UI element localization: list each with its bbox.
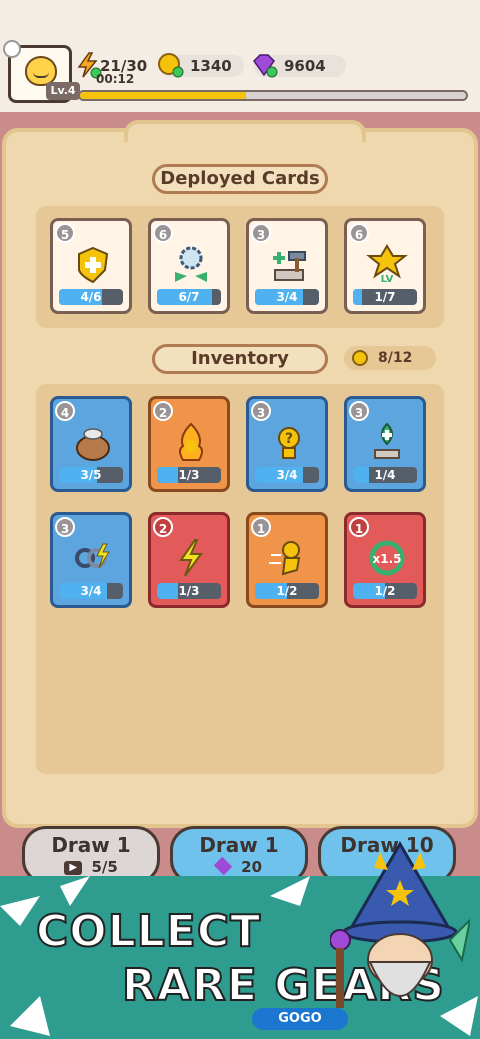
gogo-watermark: GOGO — [252, 1008, 348, 1030]
dash-hero-icon — [265, 535, 313, 581]
video-icon: ▶ — [64, 860, 83, 875]
inventory-card[interactable]: 1 1/2 — [246, 512, 328, 608]
inventory-count-value: 8/12 — [378, 350, 413, 366]
card-level-badge: 3 — [349, 401, 369, 421]
promo-line-1: COLLECT — [35, 905, 262, 958]
card-level-badge: 4 — [55, 401, 75, 421]
inventory-card[interactable]: 2 1/3 — [148, 396, 230, 492]
card-progress-text: 6/7 — [178, 290, 200, 304]
card-progress-bar: 3/4 — [59, 583, 123, 599]
draw-button-cost: 20 — [173, 856, 305, 876]
card-progress-text: 3/4 — [276, 468, 298, 482]
card-progress-bar: 3/4 — [255, 467, 319, 483]
player-level: Lv.4 — [46, 82, 80, 100]
inventory-card[interactable]: 3? 3/4 — [246, 396, 328, 492]
card-progress-bar: 4/6 — [59, 289, 123, 305]
inventory-card[interactable]: 3 1/4 — [344, 396, 426, 492]
mystery-hero-icon: ? — [265, 419, 313, 465]
fire-hero-icon — [167, 419, 215, 465]
card-level-badge: 2 — [153, 401, 173, 421]
gear-slot-icon — [352, 350, 368, 366]
draw-button-label: Draw 1 — [199, 833, 279, 857]
card-progress-text: 1/2 — [276, 584, 298, 598]
card-progress-bar: 6/7 — [157, 289, 221, 305]
card-level-badge: 3 — [251, 223, 271, 243]
deployed-card[interactable]: 6 6/7 — [148, 218, 230, 314]
card-progress-bar: 1/2 — [353, 583, 417, 599]
chain-lightning-icon — [69, 535, 117, 581]
lightning-bolt-icon — [167, 535, 215, 581]
gem-icon — [213, 856, 233, 876]
card-level-badge: 3 — [55, 517, 75, 537]
card-progress-bar: 1/7 — [353, 289, 417, 305]
coin-counter[interactable]: 1340 — [158, 53, 244, 78]
speed-x1-5-icon: x1.5 — [363, 535, 411, 581]
purple-gem-icon — [253, 54, 278, 78]
draw-button-cost: ▶ 5/5 — [25, 858, 157, 876]
xp-progress-bar — [78, 90, 468, 101]
card-level-badge: 6 — [153, 223, 173, 243]
card-progress-bar: 3/4 — [255, 289, 319, 305]
draw-video-cost: 5/5 — [91, 858, 118, 876]
shield-plus-icon — [69, 241, 117, 287]
card-progress-text: 1/3 — [178, 468, 200, 482]
gold-coin-icon — [158, 53, 184, 78]
inventory-card[interactable]: 2 1/3 — [148, 512, 230, 608]
card-level-badge: 1 — [251, 517, 271, 537]
settings-gear-icon[interactable] — [3, 40, 21, 58]
deployed-card[interactable]: 5 4/6 — [50, 218, 132, 314]
draw-button-label: Draw 1 — [51, 833, 131, 857]
card-progress-text: 3/5 — [80, 468, 102, 482]
deployed-cards-title: Deployed Cards — [152, 164, 328, 194]
level-up-hero-icon: LV — [363, 241, 411, 287]
card-level-badge: 2 — [153, 517, 173, 537]
gear-arrows-icon — [167, 241, 215, 287]
card-level-badge: 5 — [55, 223, 75, 243]
card-progress-bar: 1/3 — [157, 583, 221, 599]
inventory-card[interactable]: 3 3/4 — [50, 512, 132, 608]
card-progress-text: 1/4 — [374, 468, 396, 482]
card-level-badge: 3 — [251, 401, 271, 421]
deployed-card[interactable]: 6 LV 1/7 — [344, 218, 426, 314]
hammer-heal-icon — [265, 241, 313, 287]
card-progress-bar: 1/2 — [255, 583, 319, 599]
card-progress-text: 1/2 — [374, 584, 396, 598]
svg-text:x1.5: x1.5 — [373, 552, 402, 566]
panel-tab-decoration — [124, 120, 366, 142]
wizard-mascot-icon — [330, 841, 470, 1008]
card-level-badge: 1 — [349, 517, 369, 537]
card-level-badge: 6 — [349, 223, 369, 243]
svg-text:?: ? — [285, 431, 293, 447]
coin-bag-icon — [69, 419, 117, 465]
draw-gem-cost: 20 — [241, 858, 263, 876]
card-progress-bar: 1/3 — [157, 467, 221, 483]
card-progress-text: 3/4 — [276, 290, 298, 304]
card-progress-bar: 3/5 — [59, 467, 123, 483]
gem-counter[interactable]: 9604 — [253, 54, 346, 78]
inventory-card[interactable]: 1 x1.5 1/2 — [344, 512, 426, 608]
inventory-title: Inventory — [152, 344, 328, 374]
card-progress-bar: 1/4 — [353, 467, 417, 483]
heal-plant-icon — [363, 419, 411, 465]
card-progress-text: 1/7 — [374, 290, 396, 304]
inventory-card[interactable]: 4 3/5 — [50, 396, 132, 492]
card-progress-text: 1/3 — [178, 584, 200, 598]
inventory-count: 8/12 — [344, 346, 436, 370]
svg-text:LV: LV — [381, 274, 394, 285]
energy-timer: 00:12 — [96, 72, 135, 86]
card-progress-text: 3/4 — [80, 584, 102, 598]
top-bar: Lv.4 21/30 00:12 1340 9604 — [0, 0, 480, 112]
deployed-card[interactable]: 3 3/4 — [246, 218, 328, 314]
card-progress-text: 4/6 — [80, 290, 102, 304]
xp-progress-fill — [80, 92, 246, 99]
